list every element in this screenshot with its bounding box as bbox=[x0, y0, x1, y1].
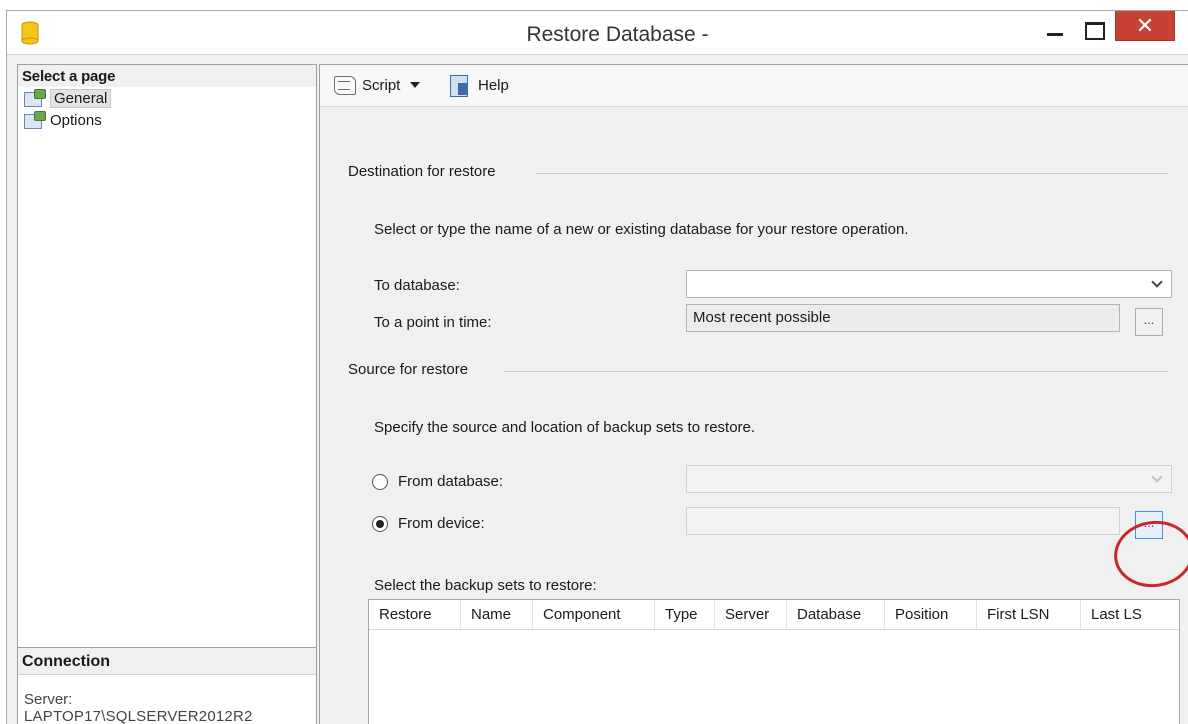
title-bar[interactable]: Restore Database - ✕ bbox=[7, 11, 1188, 55]
toolbar: Script Help bbox=[320, 65, 1188, 107]
source-divider bbox=[504, 371, 1168, 372]
script-icon bbox=[332, 74, 358, 96]
page-item-label: General bbox=[50, 88, 112, 108]
connection-header: Connection bbox=[18, 647, 316, 675]
column-header-name[interactable]: Name bbox=[461, 600, 533, 629]
radio-circle-icon bbox=[372, 473, 388, 490]
from-device-radio[interactable]: From device: bbox=[372, 515, 485, 532]
general-page-content: Script Help Destination for restore Sele… bbox=[319, 64, 1188, 724]
point-in-time-field: Most recent possible bbox=[686, 304, 1120, 332]
column-header-type[interactable]: Type bbox=[655, 600, 715, 629]
help-icon bbox=[448, 74, 474, 97]
server-label: Server: bbox=[24, 691, 73, 708]
restore-database-window: Restore Database - ✕ Select a page Gener… bbox=[6, 10, 1188, 724]
destination-group-title: Destination for restore bbox=[348, 163, 496, 180]
from-device-field bbox=[686, 507, 1120, 535]
backup-sets-grid[interactable]: Restore Name Component Type Server Datab… bbox=[368, 599, 1180, 724]
help-button[interactable]: Help bbox=[448, 74, 509, 97]
help-label: Help bbox=[478, 76, 509, 94]
chevron-down-icon bbox=[1151, 471, 1163, 483]
close-icon: ✕ bbox=[1135, 13, 1155, 38]
radio-selected-icon bbox=[372, 515, 388, 532]
server-value: LAPTOP17\SQLSERVER2012R2 bbox=[24, 708, 253, 724]
page-item-label: Options bbox=[50, 111, 102, 129]
from-device-label: From device: bbox=[398, 515, 485, 532]
column-header-component[interactable]: Component bbox=[533, 600, 655, 629]
select-page-header: Select a page bbox=[18, 65, 316, 87]
from-database-combo[interactable] bbox=[686, 465, 1172, 493]
source-instructions: Specify the source and location of backu… bbox=[374, 419, 756, 436]
page-item-general[interactable]: General bbox=[18, 87, 316, 109]
column-header-restore[interactable]: Restore bbox=[369, 600, 461, 629]
maximize-button[interactable] bbox=[1075, 17, 1109, 43]
from-database-radio[interactable]: From database: bbox=[372, 473, 503, 490]
page-icon bbox=[22, 89, 50, 107]
grid-header-row: Restore Name Component Type Server Datab… bbox=[369, 600, 1179, 630]
page-icon bbox=[22, 111, 50, 129]
column-header-first-lsn[interactable]: First LSN bbox=[977, 600, 1081, 629]
script-label: Script bbox=[362, 76, 401, 94]
column-header-database[interactable]: Database bbox=[787, 600, 885, 629]
backup-sets-label: Select the backup sets to restore: bbox=[374, 577, 597, 594]
to-database-combo[interactable] bbox=[686, 270, 1172, 298]
column-header-position[interactable]: Position bbox=[885, 600, 977, 629]
point-in-time-browse-button[interactable]: ... bbox=[1135, 308, 1163, 336]
select-page-pane: Select a page General Options Connection… bbox=[17, 64, 317, 724]
destination-instructions: Select or type the name of a new or exis… bbox=[374, 221, 909, 238]
window-title: Restore Database - bbox=[526, 23, 709, 46]
dropdown-arrow-icon[interactable] bbox=[410, 82, 421, 88]
source-group-title: Source for restore bbox=[348, 361, 469, 378]
script-button[interactable]: Script bbox=[332, 74, 421, 96]
chevron-down-icon bbox=[1151, 276, 1163, 288]
destination-divider bbox=[536, 173, 1168, 174]
close-button[interactable]: ✕ bbox=[1115, 11, 1175, 41]
point-in-time-label: To a point in time: bbox=[374, 314, 492, 331]
column-header-server[interactable]: Server bbox=[715, 600, 787, 629]
from-database-label: From database: bbox=[398, 473, 504, 490]
column-header-last-lsn[interactable]: Last LS bbox=[1081, 600, 1179, 629]
minimize-button[interactable] bbox=[1037, 17, 1071, 43]
to-database-label: To database: bbox=[374, 277, 460, 294]
page-item-options[interactable]: Options bbox=[18, 109, 316, 131]
from-device-browse-button[interactable]: ... bbox=[1135, 511, 1163, 539]
